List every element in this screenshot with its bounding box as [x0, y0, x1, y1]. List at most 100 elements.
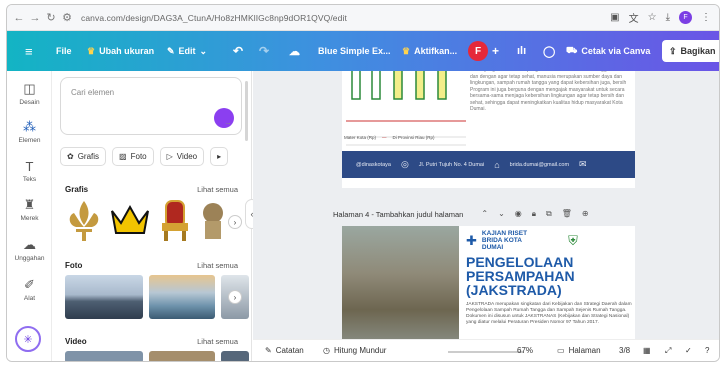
sparkle-icon: ✳: [23, 333, 33, 346]
eye-icon[interactable]: ◉: [515, 209, 522, 219]
activate-label: Aktifkan...: [414, 46, 458, 56]
notes-icon: ✎: [265, 346, 272, 355]
see-all-photos[interactable]: Lihat semua: [197, 261, 238, 270]
chip-more[interactable]: ▸: [210, 147, 229, 166]
page-4[interactable]: ✚ KAJIAN RISET BRIDA KOTA DUMAI ⛨ PENGEL…: [342, 226, 635, 339]
design-title[interactable]: Blue Simple Ex...: [318, 31, 391, 71]
rail-item-design[interactable]: ◫ Desain: [7, 81, 52, 106]
brand-icon: ♜: [23, 197, 36, 212]
share-label: Bagikan: [680, 46, 716, 56]
rail-item-uploads[interactable]: ☁ Unggahan: [7, 237, 52, 262]
lion-statue-icon: [203, 203, 223, 239]
bar-group: [351, 71, 447, 100]
bar-chart-icon[interactable]: ılı: [517, 31, 526, 71]
graphic-fleur-de-lis[interactable]: [65, 199, 103, 243]
zoom-slider[interactable]: [448, 351, 523, 353]
print-label: Cetak via Canva: [581, 46, 651, 56]
video-thumb[interactable]: [221, 351, 249, 361]
magic-assistant-button[interactable]: ✳: [15, 326, 41, 352]
panel-scrollbar[interactable]: [245, 81, 248, 141]
video-thumb[interactable]: [149, 351, 215, 361]
rail-label: Elemen: [18, 137, 41, 144]
chip-graphics[interactable]: ✿ Grafis: [60, 147, 107, 166]
chip-videos[interactable]: ▷ Video: [159, 147, 205, 166]
collaborator-avatar[interactable]: F: [468, 41, 488, 61]
rail-item-brand[interactable]: ♜ Merek: [7, 197, 52, 222]
filter-chips: ✿ Grafis ▨ Foto ▷ Video ▸: [60, 147, 229, 166]
graphic-lion[interactable]: [199, 199, 229, 243]
throne-icon: [162, 200, 188, 241]
edit-button[interactable]: ✎ Edit ⌄: [167, 31, 207, 71]
more-icon[interactable]: ⋮: [701, 12, 711, 23]
rail-item-text[interactable]: T Teks: [7, 159, 52, 183]
search-input[interactable]: Cari elemen →: [60, 77, 242, 135]
page-4-title[interactable]: Halaman 4 - Tambahkan judul halaman: [333, 210, 463, 219]
translate-icon[interactable]: 文: [629, 10, 639, 25]
graphics-row: [65, 199, 229, 243]
download-icon[interactable]: ⤓: [666, 12, 670, 23]
print-button[interactable]: ⛟ Cetak via Canva: [566, 31, 650, 71]
graphic-throne[interactable]: [157, 199, 193, 243]
pencil-icon: ✎: [167, 45, 175, 56]
notes-button[interactable]: ✎ Catatan: [265, 346, 304, 355]
rail-item-tools[interactable]: ✐ Alat: [7, 277, 52, 302]
instagram-icon: ◎: [400, 159, 409, 169]
chevron-up-icon[interactable]: ⌃: [481, 209, 488, 219]
duplicate-icon[interactable]: ⧉: [546, 209, 552, 219]
chevron-down-icon[interactable]: ⌄: [498, 209, 505, 219]
star-icon[interactable]: ☆: [648, 12, 657, 23]
audio-icon: ▸: [217, 152, 222, 161]
cloud-save-icon[interactable]: ☁: [289, 31, 300, 71]
zoom-value[interactable]: 67%: [517, 346, 533, 355]
site-info-icon[interactable]: ⚙: [59, 11, 75, 24]
see-all-graphics[interactable]: Lihat semua: [197, 185, 238, 194]
graphics-next-button[interactable]: ›: [228, 215, 242, 229]
check-circle-icon[interactable]: ✓: [685, 346, 692, 355]
grid-view-icon[interactable]: ▦: [643, 346, 651, 355]
pages-icon: ▭: [557, 346, 565, 355]
fullscreen-icon[interactable]: ⤢: [665, 346, 671, 356]
file-menu[interactable]: File: [56, 31, 72, 71]
org-line-1: KAJIAN RISET: [481, 230, 528, 237]
video-thumb[interactable]: [65, 351, 143, 361]
trash-icon[interactable]: 🗑︎: [562, 209, 572, 219]
page-3[interactable]: Mater Kota (Rp) — Di Provinsi Riau (Rp) …: [342, 71, 635, 188]
resize-button[interactable]: ♛ Ubah ukuran: [87, 31, 154, 71]
arrow-left-icon[interactable]: ←: [11, 12, 27, 24]
profile-avatar[interactable]: F: [679, 11, 692, 24]
photo-harbor[interactable]: [149, 275, 215, 319]
send-button[interactable]: →: [214, 108, 234, 128]
comment-icon[interactable]: ◯: [543, 31, 555, 71]
home-icon: ⌂: [494, 159, 500, 170]
plus-icon[interactable]: +: [492, 31, 499, 71]
add-page-icon[interactable]: ⊕: [582, 209, 589, 219]
left-rail: ◫ Desain ⁂ Elemen T Teks ♜ Merek ☁ Ungga…: [7, 71, 52, 361]
legend-line-icon: —: [382, 135, 387, 140]
undo-icon[interactable]: ↶: [233, 31, 243, 71]
address-bar[interactable]: canva.com/design/DAG3A_CtunA/Ho8zHMKlIGc…: [81, 13, 347, 23]
photo-city-skyline[interactable]: [65, 275, 143, 319]
browser-bar: ← → ↻ ⚙ canva.com/design/DAG3A_CtunA/Ho8…: [7, 5, 719, 31]
share-button[interactable]: ⇪ Bagikan: [662, 40, 719, 62]
screenshot-icon[interactable]: ▣: [610, 12, 619, 23]
brida-logo-icon: ✚: [466, 232, 477, 248]
legend-b: Di Provinsi Riau (Rp): [392, 135, 435, 140]
chip-photos[interactable]: ▨ Foto: [112, 147, 154, 166]
timer-button[interactable]: ◷ Hitung Mundur: [323, 346, 386, 355]
graphic-crown[interactable]: [109, 199, 151, 243]
status-bar: ✎ Catatan ◷ Hitung Mundur 67% ▭ Halaman …: [253, 339, 719, 361]
browser-actions: ▣ 文 ☆ ⤓ F ⋮: [610, 10, 711, 25]
rail-item-elements[interactable]: ⁂ Elemen: [7, 119, 52, 144]
lock-icon[interactable]: 🔒︎: [532, 209, 536, 219]
reload-icon[interactable]: ↻: [43, 11, 59, 24]
help-icon[interactable]: ?: [705, 346, 709, 355]
photos-next-button[interactable]: ›: [228, 290, 242, 304]
landfill-photo[interactable]: [342, 226, 459, 339]
upload-icon: ⇪: [669, 45, 677, 56]
pages-button[interactable]: ▭ Halaman: [557, 346, 601, 355]
see-all-videos[interactable]: Lihat semua: [197, 337, 238, 346]
hamburger-icon[interactable]: ≡: [25, 31, 33, 71]
activate-button[interactable]: ♛ Aktifkan...: [402, 31, 457, 71]
redo-icon[interactable]: ↷: [259, 31, 269, 71]
arrow-right-icon[interactable]: →: [27, 12, 43, 24]
